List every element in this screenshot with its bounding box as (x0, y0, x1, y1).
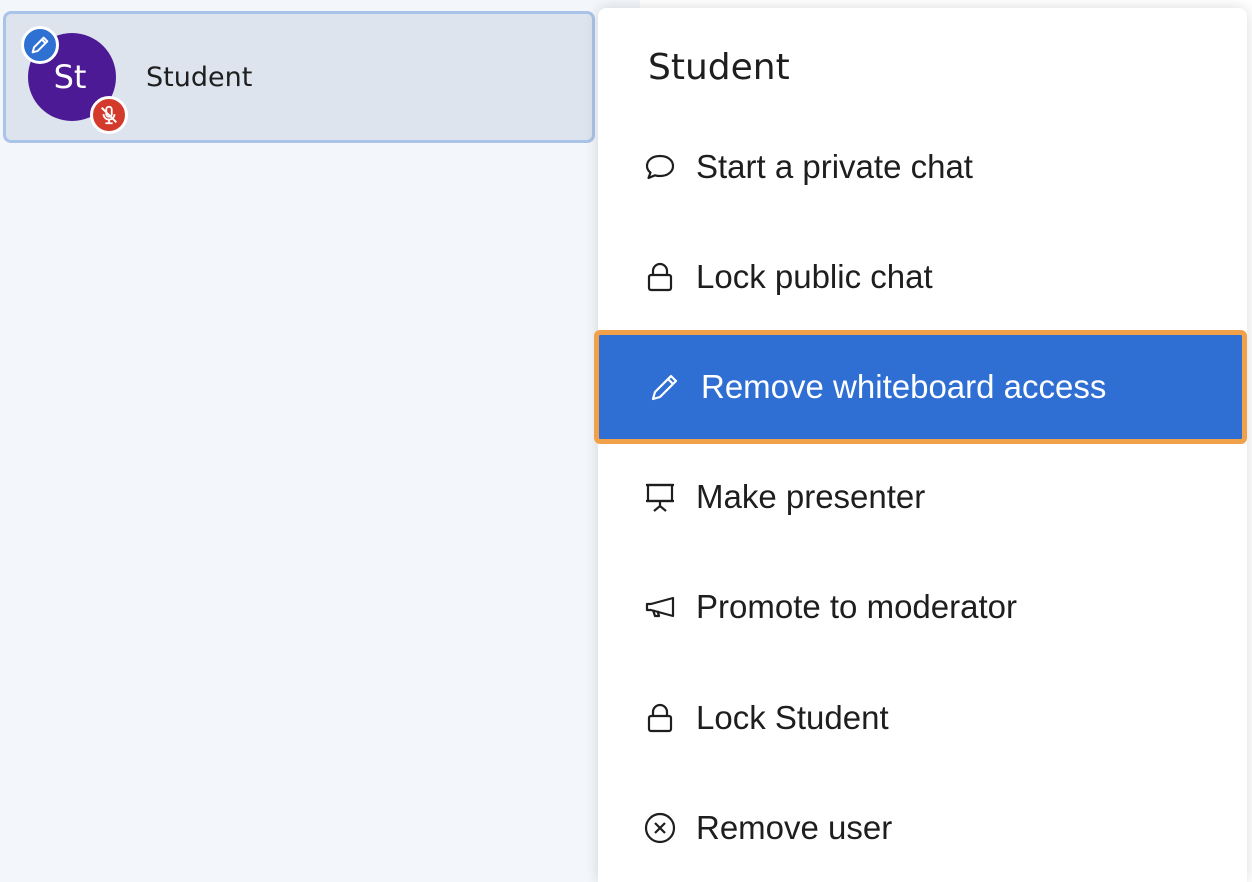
menu-item-promote-to-moderator[interactable]: Promote to moderator (598, 557, 1247, 657)
user-list-item-student[interactable]: St Student (3, 11, 595, 143)
menu-item-label: Promote to moderator (696, 588, 1017, 625)
presentation-screen-icon (640, 477, 680, 517)
menu-item-lock-public-chat[interactable]: Lock public chat (598, 227, 1247, 327)
menu-item-start-private-chat[interactable]: Start a private chat (598, 117, 1247, 217)
menu-item-label: Start a private chat (696, 148, 973, 185)
whiteboard-access-badge (21, 26, 59, 64)
user-list-panel: St Student (0, 0, 640, 882)
close-circle-icon (640, 808, 680, 848)
pencil-icon (645, 367, 685, 407)
avatar-initials: St (53, 58, 87, 96)
menu-item-make-presenter[interactable]: Make presenter (598, 447, 1247, 547)
menu-item-remove-user[interactable]: Remove user (598, 778, 1247, 878)
menu-title: Student (648, 47, 790, 88)
menu-item-label: Remove whiteboard access (701, 368, 1107, 405)
user-options-menu: Student Start a private chat Lock public… (594, 8, 1247, 882)
menu-item-label: Lock Student (696, 699, 889, 736)
mic-muted-icon (100, 105, 118, 125)
lock-icon (640, 257, 680, 297)
user-name: Student (146, 62, 253, 93)
muted-badge (90, 96, 128, 134)
menu-item-label: Remove user (696, 809, 893, 846)
pencil-icon (31, 36, 49, 54)
chat-bubble-icon (640, 147, 680, 187)
lock-icon (640, 698, 680, 738)
megaphone-icon (640, 587, 680, 627)
menu-item-lock-student[interactable]: Lock Student (598, 668, 1247, 768)
menu-item-label: Make presenter (696, 478, 926, 515)
menu-item-label: Lock public chat (696, 258, 933, 295)
menu-item-remove-whiteboard-access[interactable]: Remove whiteboard access (594, 330, 1247, 444)
